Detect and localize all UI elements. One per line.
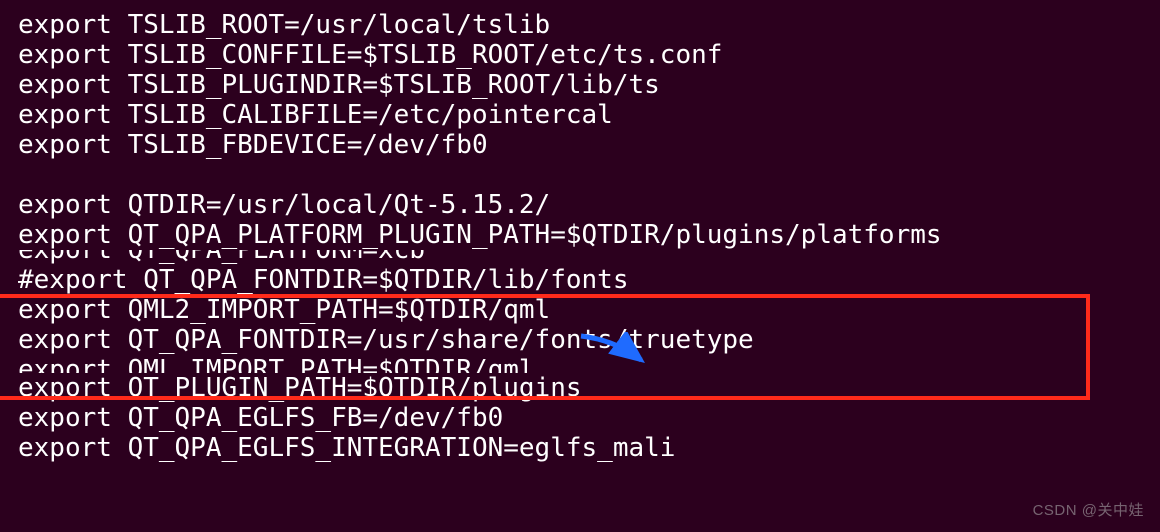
env-line: export QTDIR=/usr/local/Qt-5.15.2/ [18, 190, 1142, 220]
env-line: export TSLIB_CONFFILE=$TSLIB_ROOT/etc/ts… [18, 40, 1142, 70]
env-line: export QT_QPA_EGLFS_FB=/dev/fb0 [18, 403, 1142, 433]
env-line: export TSLIB_PLUGINDIR=$TSLIB_ROOT/lib/t… [18, 70, 1142, 100]
env-line: #export QT_QPA_FONTDIR=$QTDIR/lib/fonts [18, 265, 1142, 295]
watermark-text: CSDN @关中娃 [1033, 496, 1144, 526]
blank-line [18, 160, 1142, 190]
env-line: export QT_QPA_PLATFORM=xcb [18, 250, 1142, 265]
env-line: export QT_QPA_PLATFORM_PLUGIN_PATH=$QTDI… [18, 220, 1142, 250]
env-line: export QML_IMPORT_PATH=$QTDIR/qml [18, 355, 1142, 373]
env-line: export QT_QPA_EGLFS_INTEGRATION=eglfs_ma… [18, 433, 1142, 463]
terminal-output: export TSLIB_ROOT=/usr/local/tslib expor… [0, 0, 1160, 473]
env-line: export TSLIB_FBDEVICE=/dev/fb0 [18, 130, 1142, 160]
env-line: export QT_PLUGIN_PATH=$QTDIR/plugins [18, 373, 1142, 403]
env-line: export TSLIB_ROOT=/usr/local/tslib [18, 10, 1142, 40]
env-line: export TSLIB_CALIBFILE=/etc/pointercal [18, 100, 1142, 130]
env-line: export QML2_IMPORT_PATH=$QTDIR/qml [18, 295, 1142, 325]
env-line: export QT_QPA_FONTDIR=/usr/share/fonts/t… [18, 325, 1142, 355]
